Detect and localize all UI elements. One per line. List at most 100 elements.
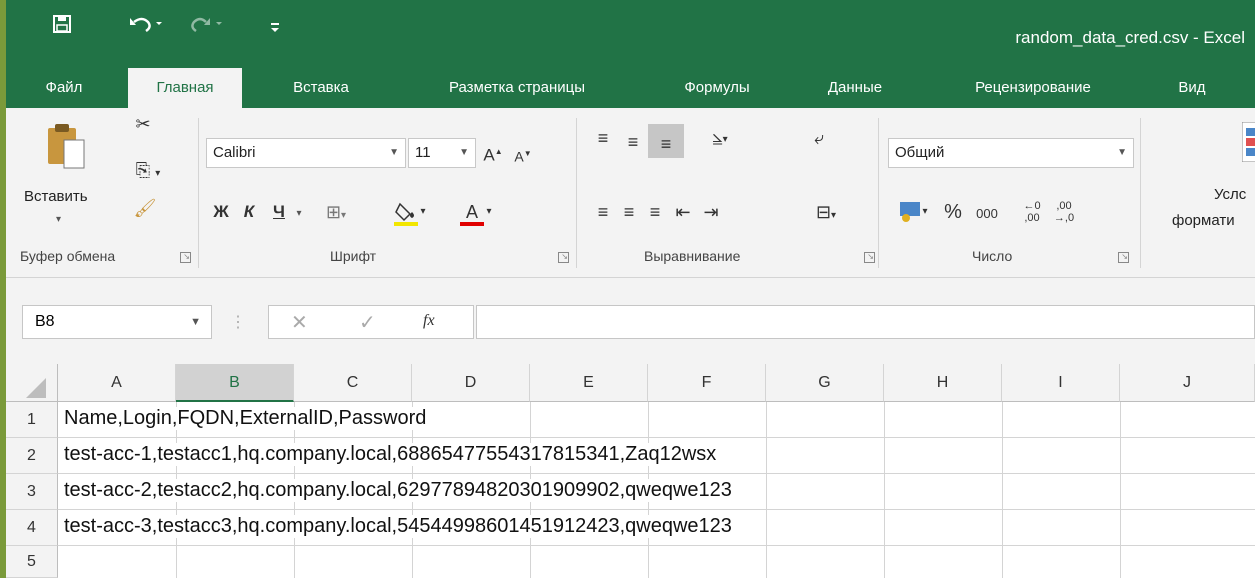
tab-view[interactable]: Вид	[1162, 68, 1222, 108]
gridline	[58, 545, 1255, 546]
gridline	[884, 402, 885, 578]
column-header-d[interactable]: D	[412, 364, 530, 402]
merge-center-icon[interactable]: ⊟▾	[802, 200, 850, 228]
orientation-icon[interactable]: ⦥▾	[696, 124, 744, 152]
enter-icon[interactable]: ✓	[359, 310, 376, 335]
fill-color-icon[interactable]: ▾	[380, 200, 440, 232]
font-group-label: Шрифт	[330, 248, 377, 264]
save-icon[interactable]	[52, 14, 72, 39]
customize-qat-icon[interactable]	[268, 18, 282, 39]
format-painter-icon[interactable]: 🖌	[132, 196, 158, 220]
align-bottom-icon[interactable]: ≡	[648, 124, 684, 158]
spreadsheet-grid: A B C D E F G H I J 1 2 3 4 5 Name,Login…	[6, 364, 1255, 578]
row-header-3[interactable]: 3	[6, 474, 58, 510]
column-header-g[interactable]: G	[766, 364, 884, 402]
font-size-select[interactable]: 11 ▼	[408, 138, 476, 168]
increase-font-icon[interactable]: A▲	[480, 140, 506, 168]
group-divider	[878, 118, 879, 268]
tab-file[interactable]: Файл	[28, 68, 100, 108]
name-box[interactable]: B8 ▼	[22, 305, 212, 339]
align-middle-icon[interactable]: ≡	[620, 130, 646, 154]
thousands-separator-button[interactable]: 000	[970, 202, 1004, 226]
decrease-indent-icon[interactable]: ⇤	[670, 200, 696, 224]
conditional-formatting-icon[interactable]	[1241, 121, 1255, 167]
currency-format-icon[interactable]: ▾	[888, 200, 938, 228]
more-options-icon: ⋮	[230, 314, 246, 331]
column-header-h[interactable]: H	[884, 364, 1002, 402]
increase-decimal-icon[interactable]: ←0,00	[1018, 200, 1046, 224]
align-right-icon[interactable]: ≡	[642, 200, 668, 224]
gridline	[58, 473, 1255, 474]
wrap-text-icon[interactable]: ⤶	[806, 126, 832, 150]
chevron-down-icon: ▾	[56, 214, 62, 225]
formula-input[interactable]	[476, 305, 1255, 339]
copy-icon[interactable]: ⎘ ▾	[130, 158, 166, 186]
number-launcher-icon[interactable]: ↘	[1118, 252, 1129, 263]
font-name-select[interactable]: Calibri ▼	[206, 138, 406, 168]
align-top-icon[interactable]: ≡	[590, 126, 616, 150]
column-header-c[interactable]: C	[294, 364, 412, 402]
gridline	[1002, 402, 1003, 578]
chevron-down-icon: ▼	[190, 316, 201, 328]
column-header-f[interactable]: F	[648, 364, 766, 402]
cell-a4[interactable]: test-acc-3,testacc3,hq.company.local,545…	[64, 515, 734, 538]
undo-icon[interactable]	[128, 14, 162, 39]
group-divider	[1140, 118, 1141, 268]
column-header-b[interactable]: B	[176, 364, 294, 402]
italic-button[interactable]: К	[238, 200, 260, 224]
decrease-decimal-icon[interactable]: ,00 →,0	[1050, 200, 1078, 224]
alignment-launcher-icon[interactable]: ↘	[864, 252, 875, 263]
select-all-button[interactable]	[6, 364, 58, 402]
window-title: random_data_cred.csv - Excel	[1015, 28, 1245, 47]
cell-a3[interactable]: test-acc-2,testacc2,hq.company.local,629…	[64, 479, 734, 502]
column-header-e[interactable]: E	[530, 364, 648, 402]
cell-a2[interactable]: test-acc-1,testacc1,hq.company.local,688…	[64, 443, 719, 466]
number-group-label: Число	[972, 248, 1013, 264]
chevron-down-icon[interactable]: ▾	[292, 202, 306, 226]
cancel-icon[interactable]: ✕	[291, 310, 308, 335]
ribbon: Вставить ▾ ✂ ⎘ ▾ 🖌 Буфер обмена ↘ Calibr…	[6, 108, 1255, 278]
tab-formulas[interactable]: Формулы	[662, 68, 772, 108]
tab-insert[interactable]: Вставка	[276, 68, 366, 108]
align-left-icon[interactable]: ≡	[590, 200, 616, 224]
font-color-icon[interactable]: A ▾	[446, 200, 506, 232]
row-header-2[interactable]: 2	[6, 438, 58, 474]
cut-icon[interactable]: ✂	[130, 112, 156, 136]
cell-a1[interactable]: Name,Login,FQDN,ExternalID,Password	[64, 407, 429, 430]
insert-function-button[interactable]: fx	[423, 312, 435, 330]
row-header-5[interactable]: 5	[6, 546, 58, 578]
tab-review[interactable]: Рецензирование	[944, 68, 1122, 108]
formula-buttons: ✕ ✓ fx	[268, 305, 474, 339]
decrease-font-icon[interactable]: A▼	[510, 142, 536, 169]
redo-icon[interactable]	[190, 14, 224, 39]
row-header-1[interactable]: 1	[6, 402, 58, 438]
increase-indent-icon[interactable]: ⇥	[698, 200, 724, 224]
borders-icon[interactable]: ⊞▾	[316, 200, 356, 228]
title-bar: random_data_cred.csv - Excel	[0, 0, 1255, 68]
tab-data[interactable]: Данные	[806, 68, 904, 108]
tab-home[interactable]: Главная	[128, 68, 242, 108]
tab-page-layout[interactable]: Разметка страницы	[408, 68, 626, 108]
column-header-i[interactable]: I	[1002, 364, 1120, 402]
align-center-icon[interactable]: ≡	[616, 200, 642, 224]
column-header-a[interactable]: A	[58, 364, 176, 402]
ribbon-tabs: Файл Главная Вставка Разметка страницы Ф…	[6, 68, 1255, 108]
chevron-down-icon: ▼	[1117, 147, 1127, 158]
font-launcher-icon[interactable]: ↘	[558, 252, 569, 263]
percent-button[interactable]: %	[940, 200, 966, 224]
group-divider	[576, 118, 577, 268]
conditional-formatting-label[interactable]: Услс	[1214, 186, 1246, 203]
bold-button[interactable]: Ж	[210, 200, 232, 224]
number-format-select[interactable]: Общий ▼	[888, 138, 1134, 168]
clipboard-group-label: Буфер обмена	[20, 248, 116, 264]
alignment-group-label: Выравнивание	[644, 248, 741, 264]
conditional-formatting-label-2[interactable]: формати	[1172, 212, 1235, 229]
underline-button[interactable]: Ч	[268, 200, 290, 224]
gridline	[1120, 402, 1121, 578]
font-name-value: Calibri	[213, 144, 256, 161]
paste-button[interactable]: Вставить ▾	[16, 116, 88, 236]
clipboard-launcher-icon[interactable]: ↘	[180, 252, 191, 263]
chevron-down-icon: ▼	[389, 147, 399, 158]
row-header-4[interactable]: 4	[6, 510, 58, 546]
column-header-j[interactable]: J	[1120, 364, 1255, 402]
